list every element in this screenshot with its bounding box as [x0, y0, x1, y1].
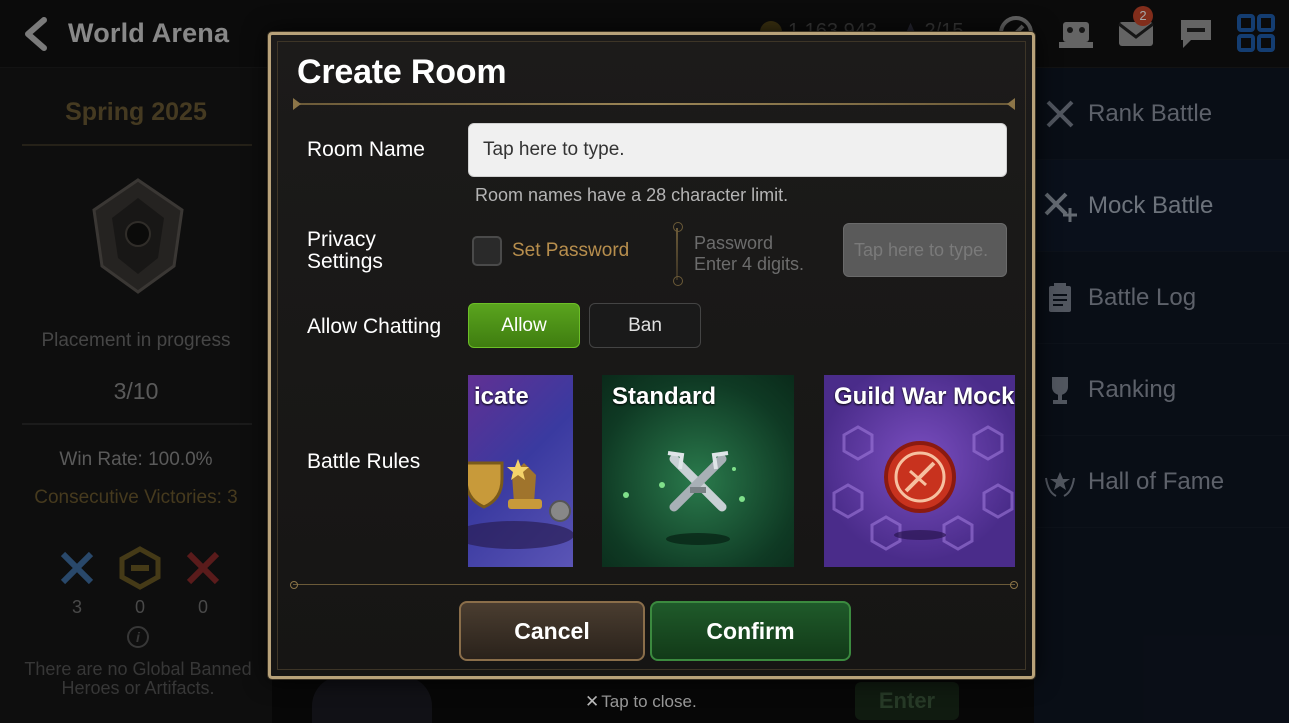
tap-close-label: Tap to close. — [601, 692, 697, 711]
privacy-label-line-1: Privacy — [307, 228, 376, 251]
tap-to-close[interactable]: ✕ Tap to close. — [585, 692, 697, 712]
battle-rules-label: Battle Rules — [307, 450, 421, 473]
privacy-label-line-2: Settings — [307, 250, 383, 273]
create-room-dialog: Create Room Room Name Room names have a … — [268, 32, 1035, 679]
allow-chatting-label: Allow Chatting — [307, 315, 442, 338]
cancel-button[interactable]: Cancel — [459, 601, 645, 661]
confirm-button[interactable]: Confirm — [650, 601, 851, 661]
chat-allow-button[interactable]: Allow — [468, 303, 580, 348]
room-name-hint: Room names have a 28 character limit. — [475, 185, 789, 205]
password-input[interactable] — [843, 223, 1007, 277]
footer-divider — [290, 581, 1018, 589]
rule-card-standard[interactable]: Standard — [602, 375, 794, 567]
privacy-label: Privacy Settings — [307, 229, 383, 273]
dialog-title: Create Room — [297, 53, 507, 91]
header-divider — [293, 98, 1015, 110]
rule-title: icate — [474, 383, 529, 410]
rule-card-guild-war-mock[interactable]: Guild War Mock — [824, 375, 1015, 567]
set-password-checkbox[interactable] — [472, 236, 502, 266]
room-name-input[interactable] — [468, 123, 1007, 177]
rule-title: Guild War Mock — [834, 383, 1015, 410]
set-password-label[interactable]: Set Password — [512, 240, 629, 262]
battle-rules-carousel[interactable]: icate Standard Guild War Mock — [468, 375, 1015, 567]
close-icon: ✕ — [585, 692, 600, 711]
divider — [673, 222, 683, 286]
rule-card-dedicate[interactable]: icate — [468, 375, 573, 567]
password-title: Password — [694, 233, 774, 253]
room-name-label: Room Name — [307, 138, 425, 161]
password-label: Password Enter 4 digits. — [694, 233, 804, 275]
rule-title: Standard — [612, 383, 717, 410]
chat-ban-button[interactable]: Ban — [589, 303, 701, 348]
password-hint: Enter 4 digits. — [694, 254, 805, 274]
